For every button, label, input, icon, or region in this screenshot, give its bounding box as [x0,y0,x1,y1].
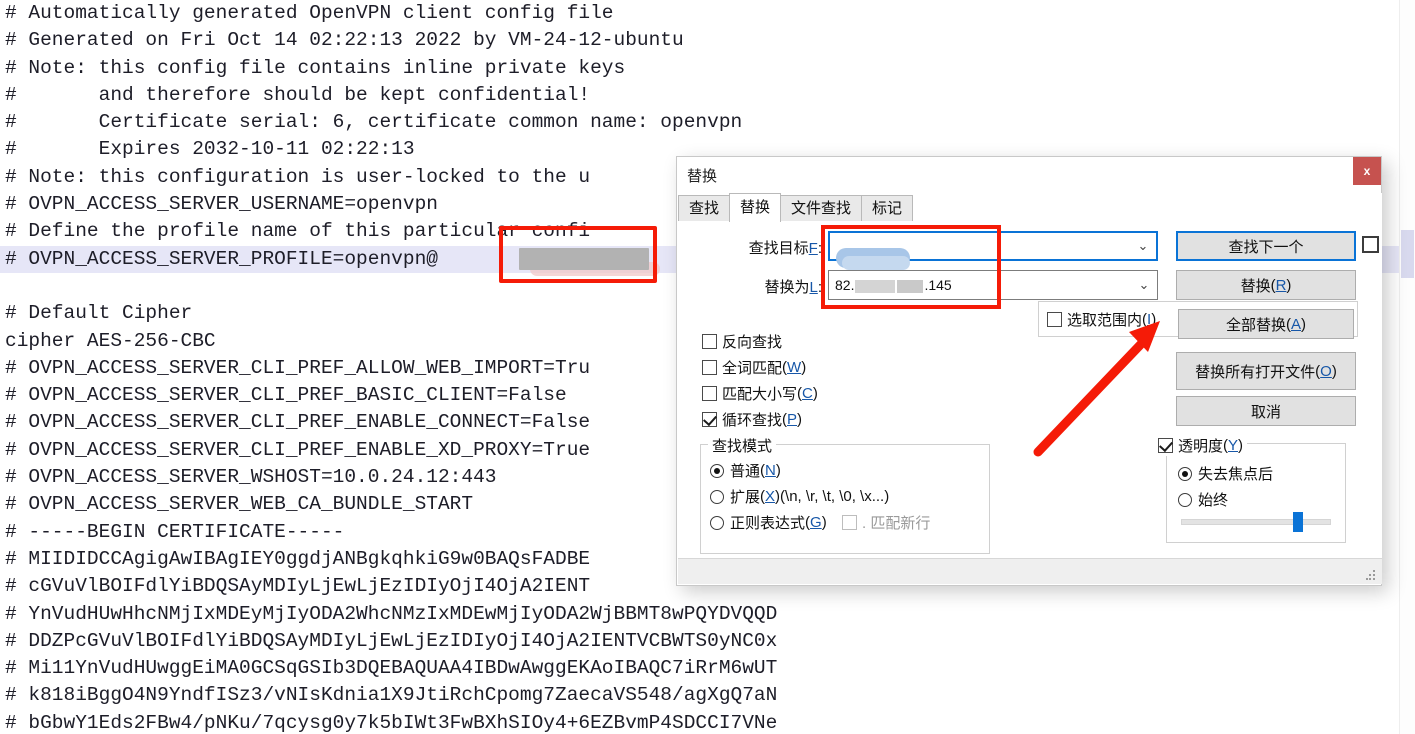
wrap-around-checkbox[interactable]: 循环查找(P) [702,409,802,430]
screen: # Automatically generated OpenVPN client… [0,0,1415,734]
code-line: # Mi11YnVudHUwggEiMA0GCSqGSIb3DQEBAQUAA4… [5,657,778,680]
cancel-button[interactable]: 取消 [1176,396,1356,426]
code-line: # bGbwY1Eds2FBw4/pNKu/7qcysg0y7k5bIWt3Fw… [5,711,778,734]
dialog-title: 替换 [687,168,718,185]
replace-dialog[interactable]: 替换 x 查找 替换 文件查找 标记 查找目标F: ⌄ 替换为L: 82. .1… [676,156,1382,586]
transparency-slider-thumb[interactable] [1293,512,1303,532]
checkbox-icon [1047,312,1062,327]
checkbox-icon [842,515,857,530]
editor-vertical-scrollbar[interactable] [1399,0,1415,734]
checkbox-icon [1158,438,1173,453]
dialog-body: 查找目标F: ⌄ 替换为L: 82. .145 ⌄ 查找下一个 替换 (R)… [678,221,1382,561]
transparency-on-lost-focus-radio[interactable]: 失去焦点后 [1178,463,1273,484]
search-mode-extended-radio[interactable]: 扩展(X) (\n, \r, \t, \0, \x...) [710,486,889,507]
transparency-checkbox[interactable]: 透明度(Y) [1158,435,1248,456]
replace-field-label: 替换为L: [764,279,822,296]
code-line: # and therefore should be kept confident… [5,83,591,106]
checkbox-icon [702,360,717,375]
dialog-titlebar[interactable]: 替换 x [677,157,1381,195]
code-line: # YnVudHUwHhcNMjIxMDEyMjIyODA2WhcNMzIxMD… [5,602,778,625]
annotation-rect-fields [821,225,1001,309]
dialog-tabs[interactable]: 查找 替换 文件查找 标记 [678,193,1382,222]
checkbox-icon [702,334,717,349]
checkbox-icon [702,412,717,427]
match-newline-checkbox: . 匹配新行 [842,512,930,533]
reverse-search-checkbox[interactable]: 反向查找 [702,331,782,352]
code-line: # Generated on Fri Oct 14 02:22:13 2022 … [5,29,684,52]
replace-button[interactable]: 替换(R) [1176,270,1356,300]
chevron-down-icon[interactable]: ⌄ [1130,238,1156,254]
code-line: # Certificate serial: 6, certificate com… [5,111,743,134]
annotation-rect-code [499,226,657,283]
search-mode-normal-radio[interactable]: 普通(N) [710,460,781,481]
checkbox-icon [702,386,717,401]
code-line: # Note: this config file contains inline… [5,56,626,79]
search-mode-legend: 查找模式 [708,435,777,456]
transparency-always-radio[interactable]: 始终 [1178,489,1228,510]
radio-icon [710,489,724,504]
find-next-extra-checkbox[interactable] [1362,236,1379,253]
match-case-checkbox[interactable]: 匹配大小写(C) [702,383,818,404]
code-line: # Automatically generated OpenVPN client… [5,2,614,24]
editor-scrollbar-thumb[interactable] [1401,230,1414,278]
radio-icon [710,515,724,530]
code-line: # DDZPcGVuVlBOIFdlYiBDQSAyMDIyLjEwLjEzID… [5,629,778,652]
radio-icon [710,463,724,478]
close-icon[interactable]: x [1353,157,1381,185]
in-selection-checkbox[interactable]: 选取范围内(I) [1047,309,1156,330]
tab-3[interactable]: 标记 [861,195,914,221]
chevron-down-icon[interactable]: ⌄ [1131,277,1157,293]
search-mode-regex-radio[interactable]: 正则表达式(G) [710,512,827,533]
whole-word-checkbox[interactable]: 全词匹配(W) [702,357,806,378]
resize-grip-icon[interactable] [1366,570,1376,580]
code-line: # k818iBggO4N9YndfISz3/vNIsKdnia1X9JtiRc… [5,684,778,707]
dialog-footer [678,558,1382,584]
radio-icon [1178,466,1192,481]
replace-all-open-files-button[interactable]: 替换所有打开文件(O) [1176,352,1356,390]
replace-all-button[interactable]: 全部替换(A) [1178,309,1354,339]
find-next-button[interactable]: 查找下一个 [1176,231,1356,261]
tab-0[interactable]: 查找 [678,195,731,221]
radio-icon [1178,492,1192,507]
transparency-slider[interactable] [1181,519,1331,525]
find-field-label: 查找目标F: [748,240,822,257]
tab-1[interactable]: 替换 [729,193,782,222]
tab-2[interactable]: 文件查找 [780,195,863,221]
